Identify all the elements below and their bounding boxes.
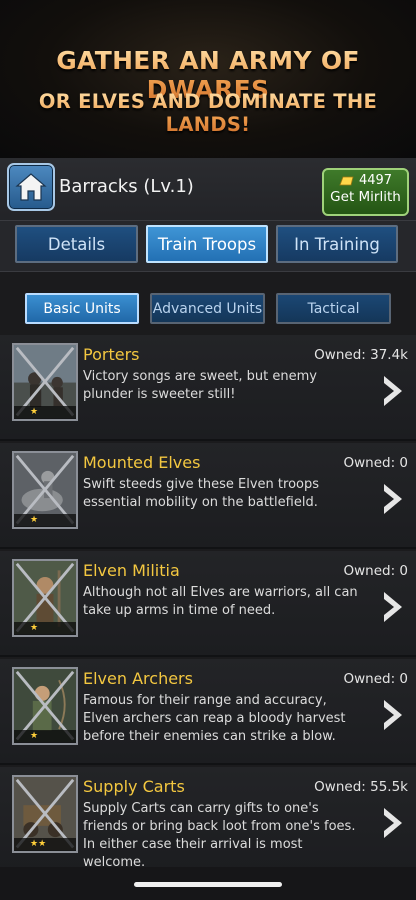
chevron-right-icon[interactable]	[380, 481, 406, 517]
chevron-right-icon[interactable]	[380, 805, 406, 841]
chevron-right-icon[interactable]	[380, 373, 406, 409]
page-title: Barracks (Lv.1)	[59, 176, 194, 197]
unit-owned: Owned: 37.4k	[314, 347, 408, 363]
unit-stars: ★	[14, 406, 76, 419]
unit-stars: ★	[14, 730, 76, 743]
unit-stars: ★	[14, 622, 76, 635]
list-item[interactable]: ★ Mounted Elves Owned: 0 Swift steeds gi…	[0, 443, 416, 549]
unit-owned: Owned: 55.5k	[314, 779, 408, 795]
unit-description: Famous for their range and accuracy, Elv…	[83, 693, 346, 744]
unit-owned: Owned: 0	[343, 455, 408, 471]
unit-name: Elven Archers	[83, 669, 193, 688]
list-item[interactable]: ★★ Supply Carts Owned: 55.5k Supply Cart…	[0, 767, 416, 867]
unit-description: Although not all Elves are warriors, all…	[83, 585, 358, 618]
unit-description: Victory songs are sweet, but enemy plund…	[83, 369, 317, 402]
list-item[interactable]: ★ Elven Archers Owned: 0 Famous for thei…	[0, 659, 416, 765]
list-item[interactable]: ★ Elven Militia Owned: 0 Although not al…	[0, 551, 416, 657]
tab-train-troops[interactable]: Train Troops	[146, 225, 268, 263]
unit-name: Porters	[83, 345, 140, 364]
chevron-right-icon[interactable]	[380, 589, 406, 625]
barracks-panel: Barracks (Lv.1) 4497 Get Mirlith Details…	[0, 158, 416, 900]
unit-description: Supply Carts can carry gifts to one's fr…	[83, 801, 356, 867]
tab-details[interactable]: Details	[15, 225, 138, 263]
subtab-advanced-units[interactable]: Advanced Units	[150, 293, 265, 324]
home-indicator[interactable]	[134, 882, 282, 887]
get-mirlith-button[interactable]: 4497 Get Mirlith	[322, 168, 409, 216]
home-button[interactable]	[7, 163, 55, 211]
tab-in-training[interactable]: In Training	[276, 225, 398, 263]
unit-name: Elven Militia	[83, 561, 180, 580]
unit-owned: Owned: 0	[343, 563, 408, 579]
get-mirlith-label: Get Mirlith	[330, 189, 401, 205]
unit-portrait: ★	[12, 343, 78, 421]
subtab-basic-units[interactable]: Basic Units	[25, 293, 139, 324]
unit-name: Mounted Elves	[83, 453, 201, 472]
mirlith-count: 4497	[358, 173, 393, 188]
home-icon	[15, 173, 47, 201]
unit-stars: ★	[14, 514, 76, 527]
unit-owned: Owned: 0	[343, 671, 408, 687]
subtab-tactical[interactable]: Tactical	[276, 293, 391, 324]
gold-bar-icon	[339, 176, 354, 185]
unit-list: ★ Porters Owned: 37.4k Victory songs are…	[0, 335, 416, 867]
unit-category-tabs: Basic Units Advanced Units Tactical	[0, 277, 416, 329]
unit-portrait: ★	[12, 559, 78, 637]
unit-portrait: ★	[12, 667, 78, 745]
barracks-header: Barracks (Lv.1) 4497 Get Mirlith	[0, 158, 416, 224]
unit-portrait: ★★	[12, 775, 78, 853]
unit-name: Supply Carts	[83, 777, 185, 796]
banner-subheadline: OR ELVES AND DOMINATE THE LANDS!	[0, 90, 416, 136]
unit-description: Swift steeds give these Elven troops ess…	[83, 477, 319, 510]
promo-banner: GATHER AN ARMY OF DWARFS OR ELVES AND DO…	[0, 0, 416, 158]
unit-portrait: ★	[12, 451, 78, 529]
main-tabs: Details Train Troops In Training	[0, 220, 416, 272]
home-indicator-area	[0, 867, 416, 900]
unit-stars: ★★	[14, 838, 76, 851]
chevron-right-icon[interactable]	[380, 697, 406, 733]
list-item[interactable]: ★ Porters Owned: 37.4k Victory songs are…	[0, 335, 416, 441]
